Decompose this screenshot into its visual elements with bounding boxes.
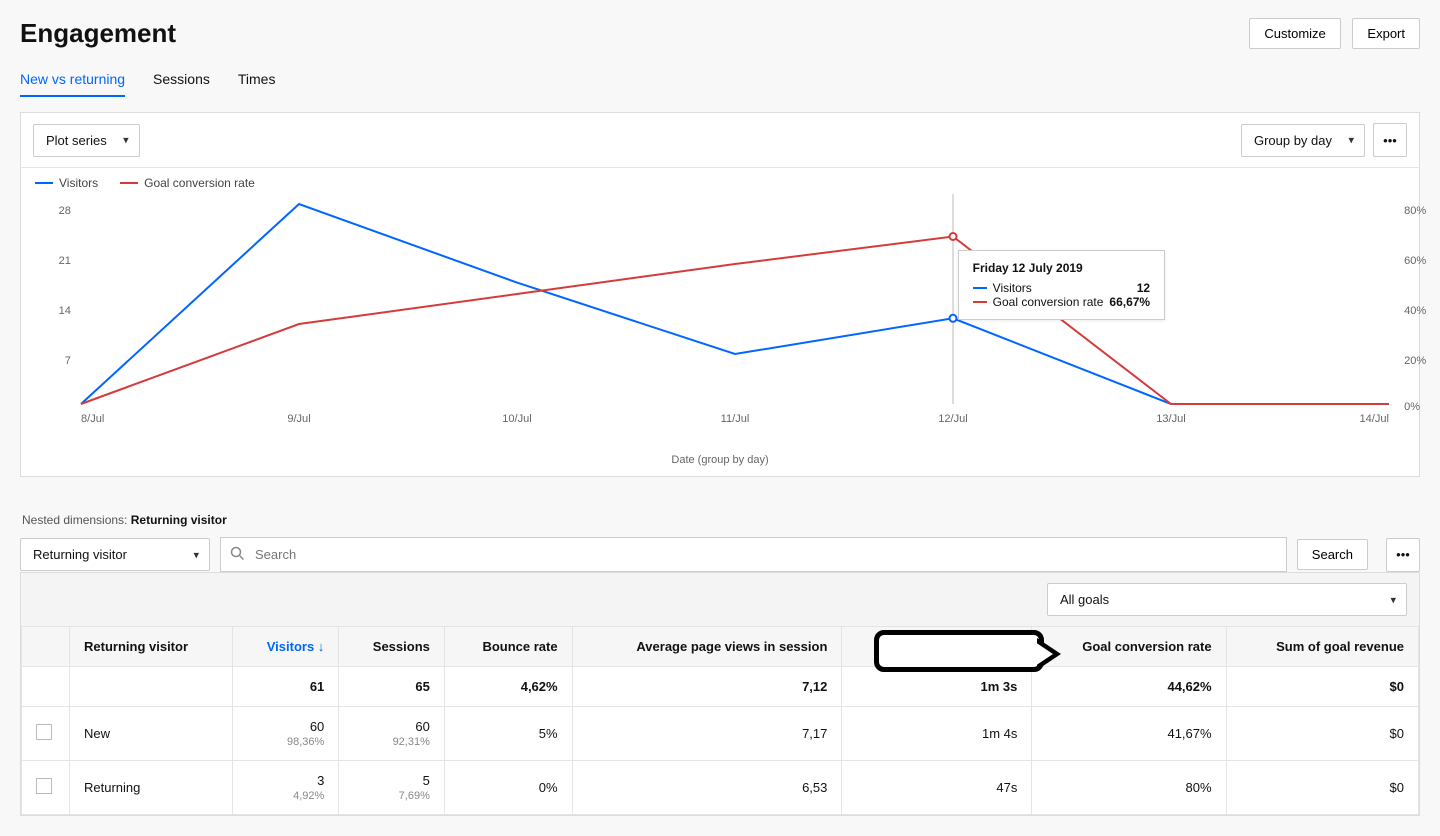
svg-text:8/Jul: 8/Jul bbox=[81, 413, 104, 425]
col-returning-visitor[interactable]: Returning visitor bbox=[70, 627, 233, 667]
chart-tooltip: Friday 12 July 2019 Visitors 12 Goal con… bbox=[958, 250, 1165, 320]
group-by-select[interactable]: Group by day bbox=[1241, 124, 1365, 157]
tab-new-vs-returning[interactable]: New vs returning bbox=[20, 71, 125, 97]
svg-text:10/Jul: 10/Jul bbox=[502, 413, 531, 425]
goals-select[interactable]: All goals bbox=[1047, 583, 1407, 616]
search-input[interactable] bbox=[220, 537, 1287, 572]
svg-text:20%: 20% bbox=[1404, 355, 1426, 367]
legend-swatch-conversion bbox=[120, 182, 138, 184]
svg-text:0%: 0% bbox=[1404, 401, 1420, 413]
more-icon: ••• bbox=[1396, 547, 1410, 562]
col-conversion[interactable]: Goal conversion rate bbox=[1032, 627, 1226, 667]
tooltip-value: 12 bbox=[1137, 281, 1150, 295]
tooltip-title: Friday 12 July 2019 bbox=[973, 261, 1150, 275]
chart-svg: 28 21 14 7 80% 60% 40% 20% 0% 8/Jul bbox=[81, 194, 1389, 414]
tab-times[interactable]: Times bbox=[238, 71, 276, 97]
svg-text:40%: 40% bbox=[1404, 305, 1426, 317]
col-visitors[interactable]: Visitors ↓ bbox=[233, 627, 339, 667]
svg-text:28: 28 bbox=[59, 205, 71, 217]
svg-text:7: 7 bbox=[65, 355, 71, 367]
svg-text:14: 14 bbox=[59, 305, 71, 317]
svg-text:80%: 80% bbox=[1404, 205, 1426, 217]
search-icon bbox=[230, 546, 245, 564]
export-button[interactable]: Export bbox=[1352, 18, 1420, 49]
legend-visitors[interactable]: Visitors bbox=[35, 176, 98, 190]
tabs: New vs returning Sessions Times bbox=[20, 71, 1420, 98]
row-label: New bbox=[70, 707, 233, 761]
row-checkbox[interactable] bbox=[36, 778, 52, 794]
table-row[interactable]: New 6098,36% 6092,31% 5% 7,17 1m 4s 41,6… bbox=[22, 707, 1419, 761]
col-bounce[interactable]: Bounce rate bbox=[444, 627, 572, 667]
col-checkbox bbox=[22, 627, 70, 667]
svg-text:14/Jul: 14/Jul bbox=[1360, 413, 1389, 425]
sort-desc-icon: ↓ bbox=[318, 639, 325, 654]
legend-conversion[interactable]: Goal conversion rate bbox=[120, 176, 255, 190]
page-title: Engagement bbox=[20, 18, 176, 49]
tooltip-label: Visitors bbox=[993, 281, 1032, 295]
plot-series-select[interactable]: Plot series bbox=[33, 124, 140, 157]
col-avg-pv[interactable]: Average page views in session bbox=[572, 627, 842, 667]
tab-sessions[interactable]: Sessions bbox=[153, 71, 210, 97]
table-row-totals: 61 65 4,62% 7,12 1m 3s 44,62% $0 bbox=[22, 667, 1419, 707]
tooltip-value: 66,67% bbox=[1109, 295, 1150, 309]
col-sessions[interactable]: Sessions bbox=[339, 627, 445, 667]
legend-label: Goal conversion rate bbox=[144, 176, 255, 190]
chart-more-button[interactable]: ••• bbox=[1373, 123, 1407, 157]
customize-button[interactable]: Customize bbox=[1249, 18, 1340, 49]
dimension-select[interactable]: Returning visitor bbox=[20, 538, 210, 571]
chart-area[interactable]: 28 21 14 7 80% 60% 40% 20% 0% 8/Jul bbox=[21, 194, 1419, 454]
svg-text:60%: 60% bbox=[1404, 255, 1426, 267]
chart-card: Plot series Group by day ••• Visitors Go… bbox=[20, 112, 1420, 477]
svg-text:9/Jul: 9/Jul bbox=[287, 413, 310, 425]
legend-swatch-visitors bbox=[35, 182, 53, 184]
table-more-button[interactable]: ••• bbox=[1386, 538, 1420, 572]
svg-text:12/Jul: 12/Jul bbox=[938, 413, 967, 425]
svg-text:21: 21 bbox=[59, 255, 71, 267]
svg-text:13/Jul: 13/Jul bbox=[1156, 413, 1185, 425]
row-label: Returning bbox=[70, 761, 233, 815]
more-icon: ••• bbox=[1383, 133, 1397, 148]
svg-text:11/Jul: 11/Jul bbox=[721, 413, 750, 425]
chart-xlabel: Date (group by day) bbox=[21, 454, 1419, 476]
data-table: Returning visitor Visitors ↓ Sessions Bo… bbox=[21, 626, 1419, 815]
nested-dimensions-label: Nested dimensions: Returning visitor bbox=[22, 513, 1420, 527]
chart-legend: Visitors Goal conversion rate bbox=[21, 168, 1419, 194]
annotation-highlight bbox=[874, 630, 1044, 672]
row-checkbox[interactable] bbox=[36, 724, 52, 740]
col-revenue[interactable]: Sum of goal revenue bbox=[1226, 627, 1418, 667]
tooltip-label: Goal conversion rate bbox=[993, 295, 1104, 309]
legend-label: Visitors bbox=[59, 176, 98, 190]
search-button[interactable]: Search bbox=[1297, 539, 1368, 570]
table-row[interactable]: Returning 34,92% 57,69% 0% 6,53 47s 80% … bbox=[22, 761, 1419, 815]
